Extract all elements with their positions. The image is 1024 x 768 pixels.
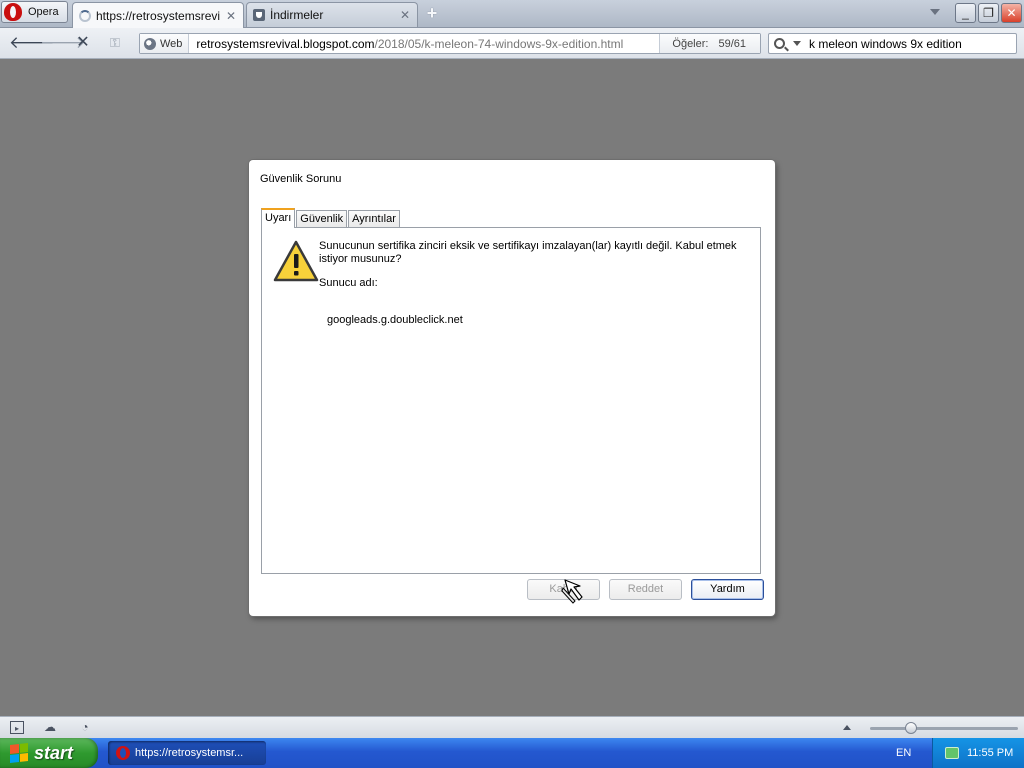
downloads-page-icon [253, 9, 265, 21]
status-bar: ▸ ☁ ◔ [0, 716, 1024, 738]
site-badge-label: Web [160, 37, 183, 50]
tab-security[interactable]: Güvenlik [296, 210, 348, 228]
address-field[interactable]: Web retrosystemsrevival.blogspot.com/201… [139, 33, 761, 54]
loading-spinner-icon [79, 9, 91, 22]
mouse-cursor-icon [561, 579, 583, 604]
zoom-slider-handle[interactable] [905, 722, 917, 734]
tab-title: https://retrosystemsrevi... [96, 8, 220, 23]
close-window-button[interactable]: ✕ [1001, 3, 1022, 23]
opera-unite-cloud-icon[interactable]: ☁ [43, 721, 57, 734]
opera-taskbar-icon [116, 746, 130, 760]
taskbar-item-label: https://retrosystemsr... [135, 747, 244, 759]
search-query[interactable]: k meleon windows 9x edition [809, 37, 962, 51]
language-indicator[interactable]: EN [896, 747, 911, 759]
site-badge[interactable]: Web [140, 34, 190, 53]
items-count: 59/61 [718, 37, 746, 50]
url-text[interactable]: retrosystemsrevival.blogspot.com/2018/05… [189, 37, 659, 51]
start-button[interactable]: start [0, 738, 98, 768]
reject-button[interactable]: Reddet [609, 579, 682, 600]
tab-list-chevron-icon[interactable] [930, 9, 940, 15]
dialog-title: Güvenlik Sorunu [260, 173, 342, 185]
minimize-window-button[interactable]: _ [955, 3, 976, 23]
url-host: retrosystemsrevival.blogspot.com [196, 36, 375, 51]
new-tab-plus-icon[interactable]: + [424, 4, 440, 22]
globe-icon [144, 37, 156, 50]
forward-arrow-icon[interactable]: 🡒 [40, 34, 86, 52]
zoom-slider-track[interactable] [870, 727, 1018, 730]
server-name-value: googleads.g.doubleclick.net [327, 314, 463, 326]
system-tray: 11:55 PM [932, 738, 1024, 768]
navigation-bar: 🡐 🡒 ✕ ⚿ Web retrosystemsrevival.blogspot… [0, 28, 1024, 59]
search-field[interactable]: k meleon windows 9x edition [768, 33, 1017, 54]
clock[interactable]: 11:55 PM [967, 747, 1013, 759]
url-path: /2018/05/k-meleon-74-windows-9x-edition.… [374, 36, 624, 51]
tab-warning[interactable]: Uyarı [261, 208, 296, 228]
security-problem-dialog: Güvenlik Sorunu Uyarı Güvenlik Ayrıntıla… [249, 160, 775, 616]
warning-triangle-icon [273, 240, 319, 282]
show-panels-up-icon[interactable] [843, 725, 851, 730]
items-counter: Öğeler: 59/61 [659, 34, 760, 53]
tab-downloads[interactable]: İndirmeler ✕ [246, 2, 418, 27]
opera-menu-button[interactable]: Opera [1, 1, 68, 23]
opera-menu-label: Opera [28, 6, 59, 18]
taskbar-item-opera[interactable]: https://retrosystemsr... [108, 741, 266, 765]
back-arrow-icon[interactable]: 🡐 [9, 34, 55, 52]
opera-logo-icon [4, 3, 22, 21]
magnifier-icon [774, 38, 785, 49]
wand-key-icon[interactable]: ⚿ [105, 34, 125, 52]
stop-icon[interactable]: ✕ [73, 34, 93, 52]
help-button[interactable]: Yardım [691, 579, 764, 600]
windows-taskbar: start https://retrosystemsr... EN 11:55 … [0, 738, 1024, 768]
search-engine-dropdown-icon[interactable] [793, 41, 801, 46]
start-label: start [34, 742, 74, 763]
tab-bar: Opera https://retrosystemsrevi... ✕ İndi… [0, 0, 1024, 28]
close-tab-icon[interactable]: ✕ [225, 10, 237, 22]
dialog-tabs: Uyarı Güvenlik Ayrıntılar [261, 208, 401, 228]
panel-toggle-icon[interactable]: ▸ [10, 721, 24, 734]
tab-title: İndirmeler [270, 8, 324, 22]
warning-message: Sunucunun sertifika zinciri eksik ve ser… [319, 240, 737, 265]
items-label: Öğeler: [672, 37, 709, 50]
network-tray-icon[interactable] [945, 747, 959, 759]
tab-retrosystems[interactable]: https://retrosystemsrevi... ✕ [72, 2, 244, 28]
windows-flag-icon [10, 743, 28, 763]
restore-window-button[interactable]: ❐ [978, 3, 999, 23]
close-tab-icon[interactable]: ✕ [399, 9, 411, 21]
warning-panel: Sunucunun sertifika zinciri eksik ve ser… [261, 227, 761, 574]
tab-details[interactable]: Ayrıntılar [348, 210, 400, 228]
turbo-speedometer-icon[interactable]: ◔ [78, 721, 92, 734]
server-name-label: Sunucu adı: [319, 277, 378, 289]
